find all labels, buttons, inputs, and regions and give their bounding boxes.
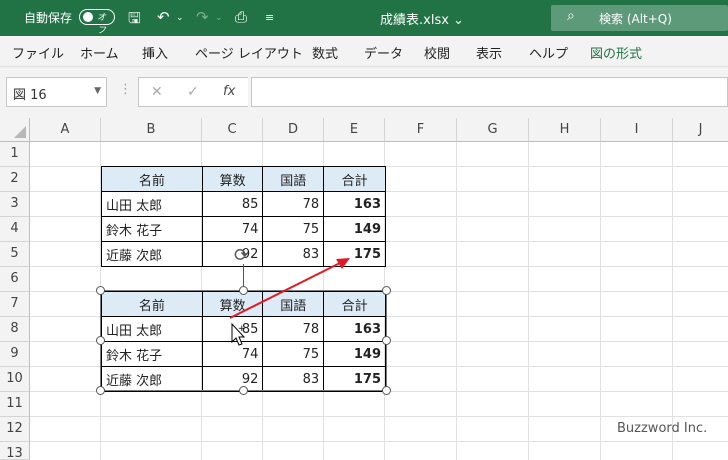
svg-text:+: + [238, 324, 246, 334]
annotation-layer: + [229, 258, 350, 346]
watermark: Buzzword Inc. [617, 421, 708, 436]
annotation-arrow-line [229, 262, 341, 319]
copy-cursor-icon: + [231, 322, 246, 346]
